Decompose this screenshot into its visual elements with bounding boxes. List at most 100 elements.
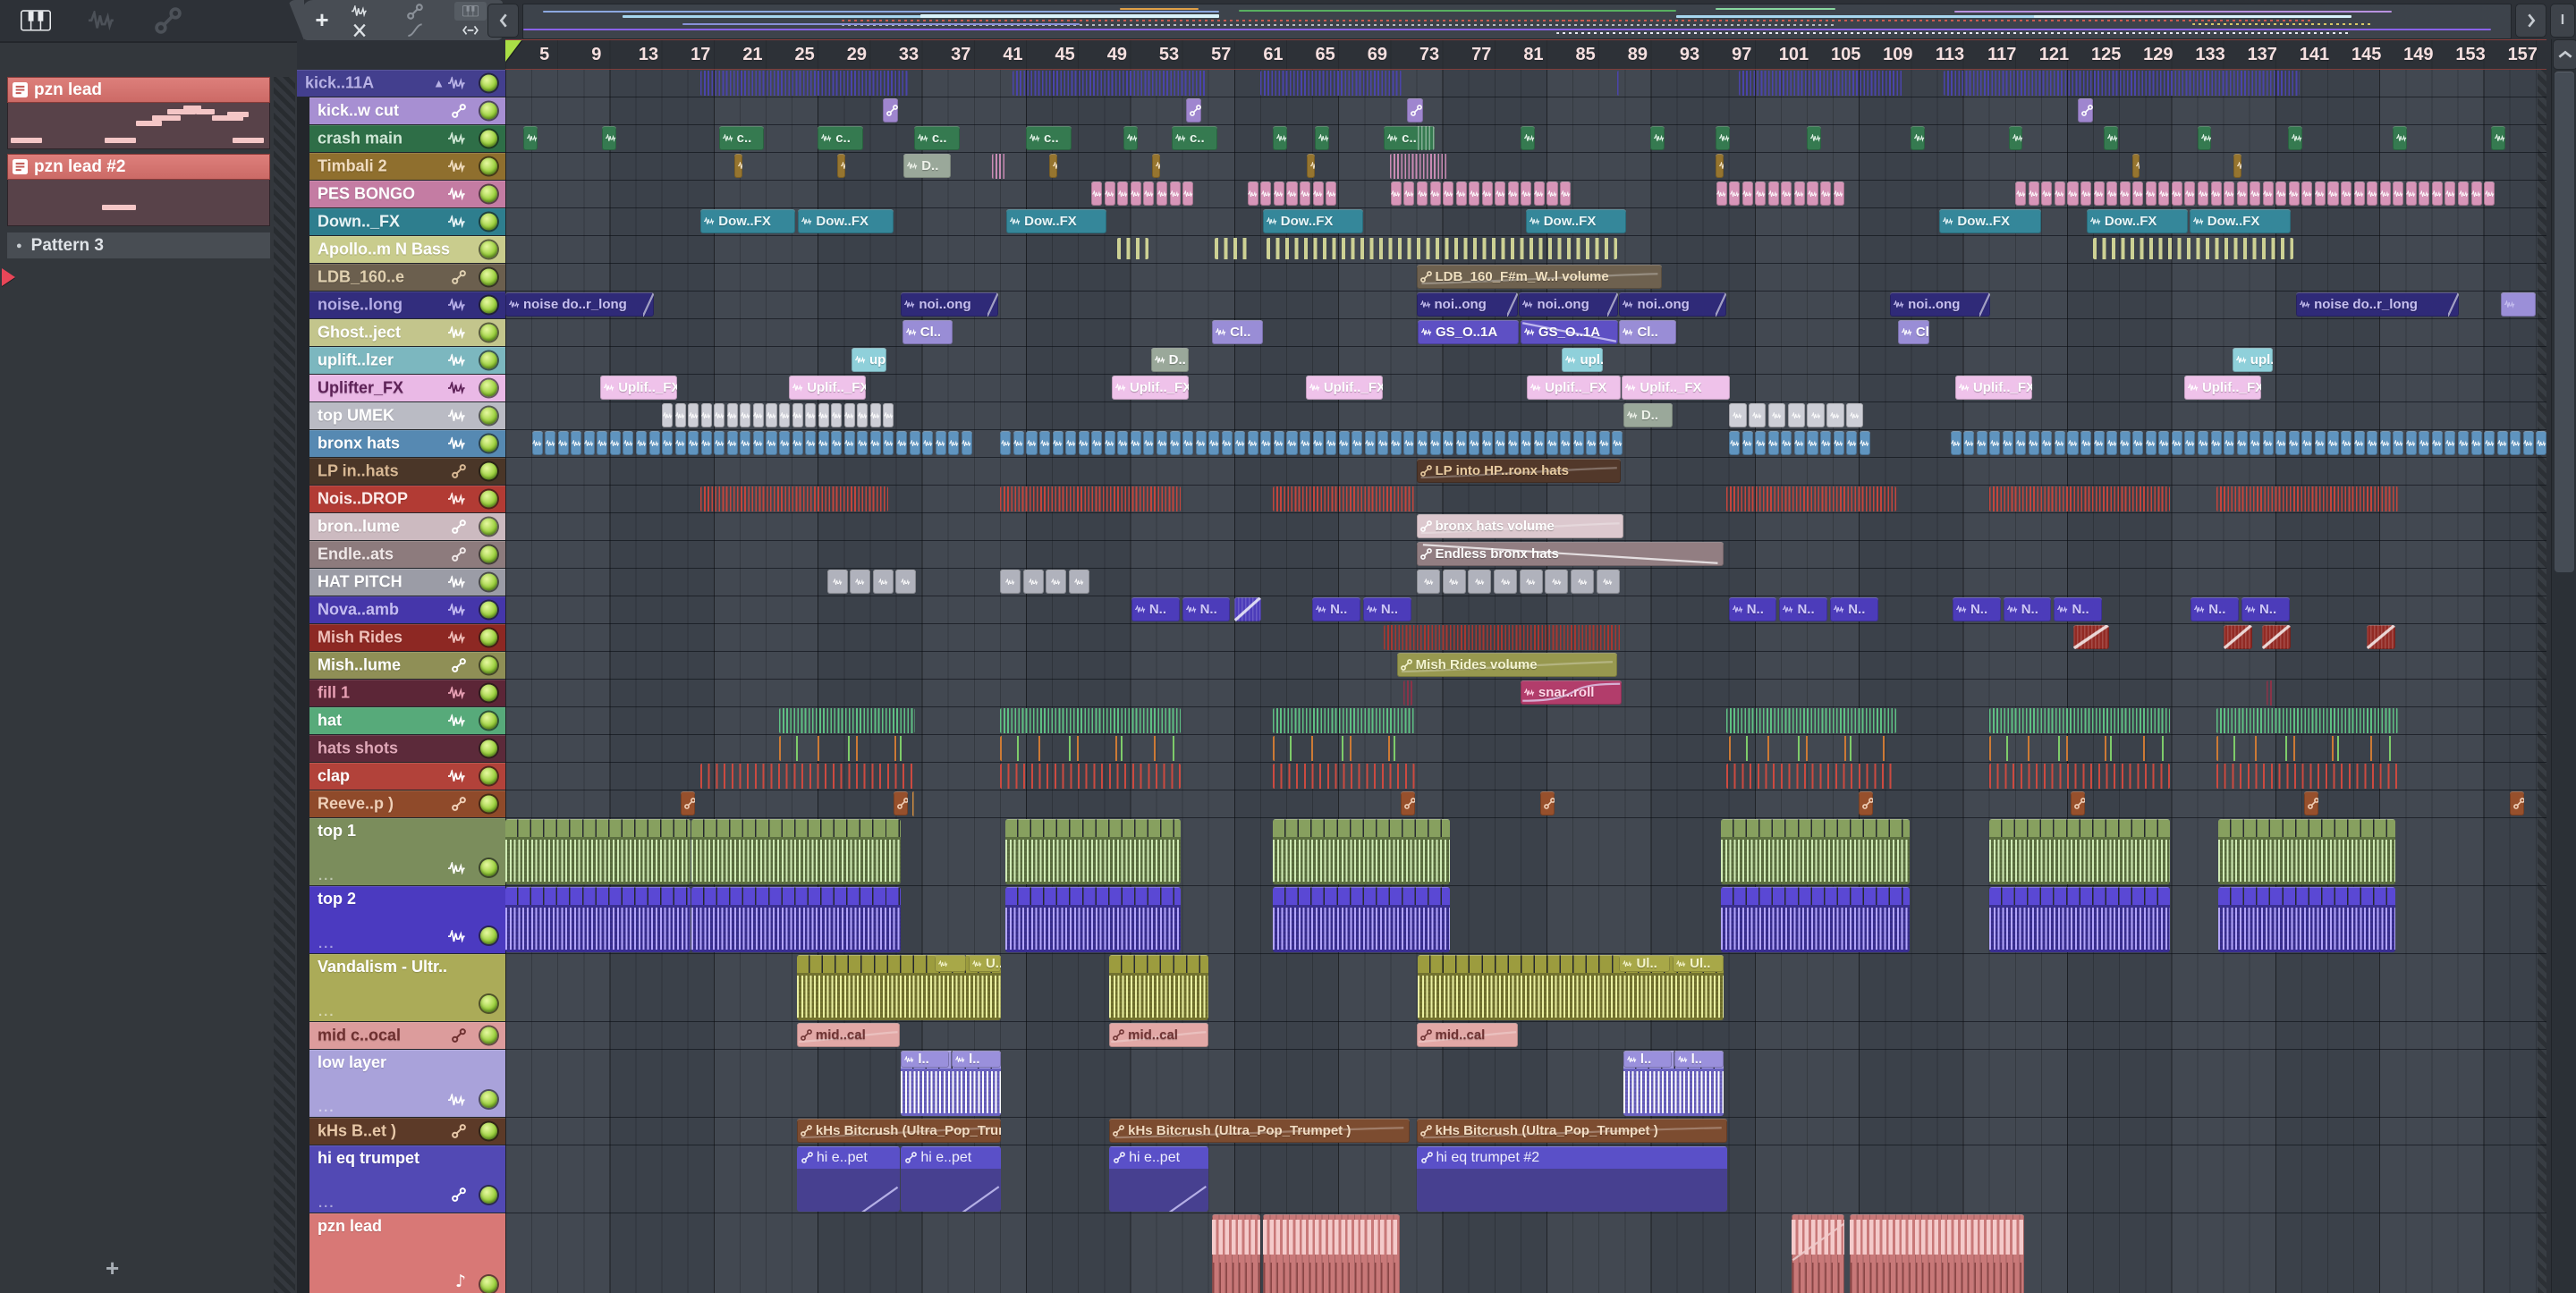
clip-head-strip[interactable] <box>691 887 902 905</box>
audio-clip[interactable]: Uplif.._FX <box>789 376 866 400</box>
labeled-head-tile[interactable]: Ul.. <box>1619 955 1671 972</box>
audio-tile[interactable] <box>1729 403 1747 427</box>
audio-tile[interactable] <box>597 431 608 455</box>
audio-tile[interactable] <box>2536 431 2546 455</box>
pattern-clip[interactable] <box>2216 736 2398 761</box>
automation-tab-icon[interactable] <box>148 5 188 36</box>
audio-clip-long[interactable] <box>505 887 691 952</box>
audio-tile[interactable] <box>2002 431 2013 455</box>
track-header-mish-lume[interactable]: Mish..lume <box>309 652 505 679</box>
automation-clip[interactable] <box>1401 791 1415 816</box>
audio-tile[interactable] <box>922 431 934 455</box>
audio-tile[interactable] <box>909 431 920 455</box>
audio-clip[interactable]: Cl.. <box>902 320 953 344</box>
audio-clip[interactable]: c.. <box>1384 126 1435 150</box>
audio-tile-run[interactable] <box>662 402 894 429</box>
track-header-timbali-2[interactable]: Timbali 2 <box>309 153 505 180</box>
automation-clip[interactable] <box>2077 98 2094 123</box>
audio-clip[interactable]: Uplif.._FX <box>1305 376 1383 400</box>
audio-tile[interactable] <box>2132 431 2144 455</box>
audio-tile[interactable] <box>2067 182 2079 206</box>
audio-clip-long[interactable] <box>1273 887 1451 952</box>
audio-clip[interactable]: Uplif.._FX <box>1622 376 1731 400</box>
automation-clip-title[interactable]: hi e..pet <box>901 1146 1002 1169</box>
clip-head-strip[interactable] <box>1273 819 1451 837</box>
labeled-head-tile[interactable]: Ul.. <box>1673 955 1724 972</box>
pattern-clip[interactable] <box>1214 238 1253 259</box>
audio-clip-long[interactable] <box>1004 887 1182 952</box>
automation-clip-tall[interactable]: hi e..pet <box>796 1146 900 1212</box>
audio-tile[interactable] <box>857 403 869 427</box>
automation-clip[interactable]: LP into HP..ronx hats <box>1416 459 1621 483</box>
pattern-clip[interactable] <box>700 71 908 96</box>
audio-tile[interactable] <box>1417 570 1441 594</box>
audio-tile[interactable] <box>1787 403 1805 427</box>
audio-tile[interactable] <box>2393 182 2404 206</box>
audio-tile[interactable] <box>1729 182 1741 206</box>
audio-tile[interactable] <box>2301 431 2313 455</box>
track-mute-led[interactable] <box>480 927 497 944</box>
audio-tile[interactable] <box>1312 182 1324 206</box>
audio-tile[interactable] <box>1560 182 1572 206</box>
audio-tile[interactable] <box>2197 182 2209 206</box>
audio-clip[interactable] <box>1307 154 1315 178</box>
audio-tile[interactable] <box>1741 431 1753 455</box>
automation-curve-area[interactable] <box>1416 1169 1728 1212</box>
audio-tile[interactable] <box>818 403 829 427</box>
track-header-hi-eq-trumpet[interactable]: hi eq trumpet... <box>309 1145 505 1213</box>
pattern-title[interactable]: pzn lead <box>7 77 270 103</box>
audio-tile[interactable] <box>1039 431 1051 455</box>
audio-tile-run[interactable] <box>1729 402 1864 429</box>
automation-clip[interactable] <box>893 791 908 816</box>
audio-tile[interactable] <box>1429 431 1441 455</box>
pitch-slide-clip[interactable] <box>2073 625 2109 649</box>
audio-tile[interactable] <box>1455 182 1467 206</box>
playlist-row[interactable]: c.. c.. c.. c.. c.. c.. <box>505 125 2546 153</box>
track-mute-led[interactable] <box>480 435 497 452</box>
audio-tile[interactable] <box>2393 431 2404 455</box>
track-mute-led[interactable] <box>480 859 497 876</box>
audio-tile[interactable] <box>1767 182 1779 206</box>
audio-clip[interactable]: upl.. <box>852 348 887 372</box>
pattern-clip[interactable] <box>992 154 1007 179</box>
audio-tile[interactable] <box>1416 431 1428 455</box>
add-button[interactable]: + <box>304 0 340 40</box>
pattern-clip[interactable] <box>912 791 916 816</box>
audio-clip[interactable] <box>2008 126 2023 150</box>
playlist-row[interactable]: D.. <box>505 402 2546 430</box>
audio-clip[interactable]: N.. <box>1131 597 1180 621</box>
audio-clip[interactable] <box>1152 154 1160 178</box>
midi-pattern-clip[interactable] <box>1850 1214 2024 1293</box>
audio-tile[interactable] <box>2367 182 2378 206</box>
audio-clip[interactable]: noi..ong <box>1416 292 1518 317</box>
automation-clip[interactable] <box>1185 98 1202 123</box>
playlist-row[interactable]: Uplif.._FX Uplif.._FX Uplif.._FX Uplif.._FX… <box>505 375 2546 402</box>
audio-tile[interactable] <box>1130 182 1141 206</box>
pattern-clip[interactable] <box>778 736 916 761</box>
track-mute-led[interactable] <box>480 74 497 92</box>
clip-head-strip[interactable] <box>1720 887 1910 905</box>
tool-audio-icon[interactable] <box>343 2 376 21</box>
collapse-arrow-icon[interactable]: ▲ <box>433 77 445 90</box>
automation-clip[interactable]: LDB_160_F#m_W..l volume <box>1416 265 1663 289</box>
midi-pattern-clip[interactable] <box>1262 1214 1400 1293</box>
pattern-clip[interactable] <box>1267 238 1617 259</box>
audio-tile[interactable] <box>674 431 686 455</box>
audio-tile-run[interactable] <box>2015 181 2496 207</box>
track-mute-led[interactable] <box>480 1122 497 1140</box>
pattern-clip[interactable] <box>1402 680 1413 706</box>
track-options-dots[interactable]: ... <box>318 868 335 883</box>
audio-tile[interactable] <box>726 403 738 427</box>
audio-tile-run[interactable] <box>531 430 972 457</box>
audio-clip[interactable] <box>523 126 538 150</box>
audio-tile[interactable] <box>1326 431 1337 455</box>
audio-tile[interactable] <box>1273 182 1284 206</box>
pattern-clip[interactable] <box>1384 625 1623 650</box>
audio-tile[interactable] <box>648 431 660 455</box>
audio-tile[interactable] <box>1846 431 1858 455</box>
pattern-clip[interactable] <box>999 486 1182 511</box>
audio-clip[interactable] <box>2103 126 2118 150</box>
midi-pattern-clip[interactable] <box>1212 1214 1260 1293</box>
pattern-row[interactable]: ● Pattern 3 <box>7 232 270 258</box>
track-header-nova-amb[interactable]: Nova..amb <box>309 596 505 623</box>
